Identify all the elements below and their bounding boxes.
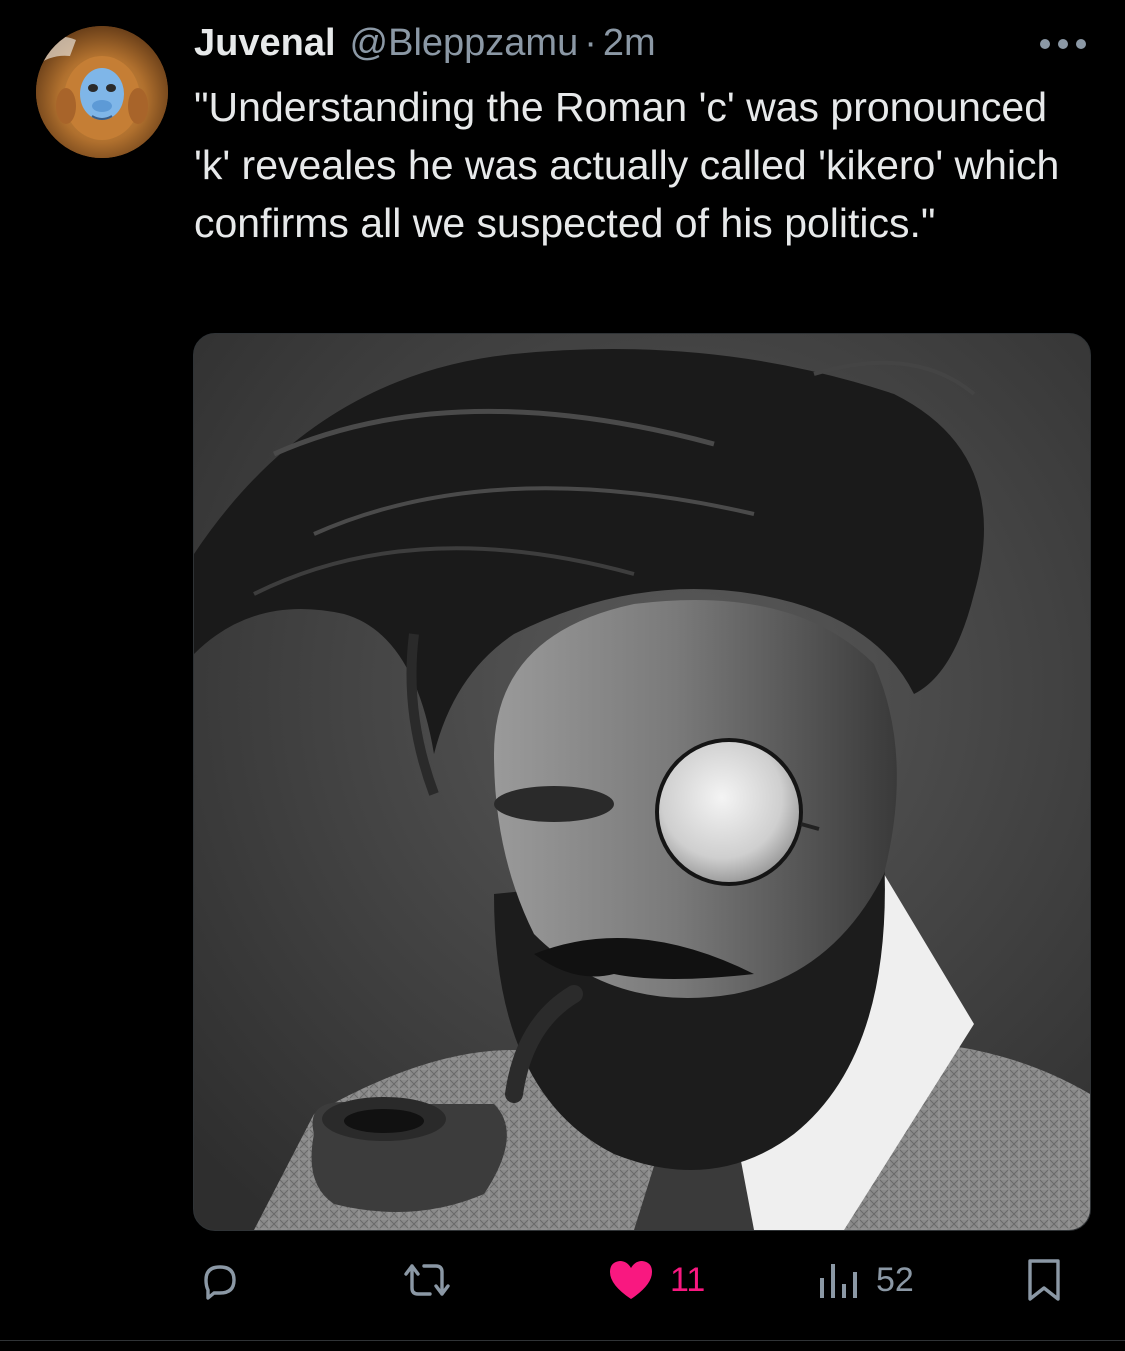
- reply-button[interactable]: [196, 1255, 258, 1305]
- like-count: 11: [670, 1260, 706, 1299]
- tweet-text: "Understanding the Roman 'c' was pronoun…: [194, 84, 1071, 246]
- bearded-man-monocle-pipe-photo-icon: [194, 334, 1090, 1230]
- like-button[interactable]: 11: [606, 1255, 705, 1305]
- monkey-avatar-icon: [36, 26, 168, 158]
- reply-icon: [204, 1265, 236, 1300]
- heart-filled-icon: [610, 1261, 652, 1299]
- separator-dot: ·: [584, 22, 597, 64]
- tweet-actions-bar: 11 52: [0, 1245, 1125, 1315]
- display-name[interactable]: Juvenal: [194, 22, 336, 65]
- user-handle[interactable]: @Bleppzamu: [350, 22, 579, 65]
- retweet-button[interactable]: [398, 1255, 470, 1305]
- tweet-header: Juvenal @Bleppzamu · 2m: [194, 22, 656, 72]
- bookmark-button[interactable]: [1024, 1255, 1064, 1305]
- tweet-media-image[interactable]: [193, 333, 1091, 1231]
- views-count: 52: [876, 1260, 914, 1299]
- views-bar-chart-icon: [820, 1264, 857, 1298]
- retweet-icon: [404, 1264, 450, 1296]
- views-button[interactable]: 52: [816, 1255, 914, 1305]
- tweet-card[interactable]: Juvenal @Bleppzamu · 2m "Understanding t…: [0, 0, 1125, 1351]
- avatar[interactable]: [36, 26, 168, 158]
- more-options-button[interactable]: [1036, 30, 1090, 58]
- ellipsis-icon: [1040, 39, 1086, 49]
- divider: [0, 1340, 1125, 1341]
- timestamp[interactable]: 2m: [603, 22, 656, 65]
- bookmark-icon: [1028, 1259, 1060, 1301]
